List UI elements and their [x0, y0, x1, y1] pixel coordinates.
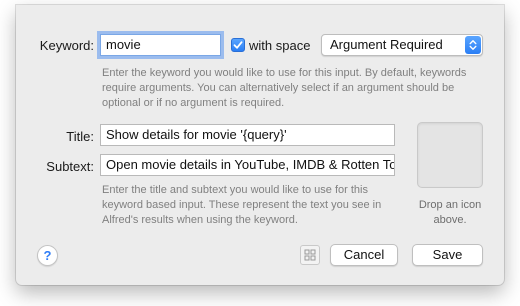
help-button[interactable]: ? — [37, 245, 58, 266]
argument-select[interactable]: Argument Required — [321, 34, 483, 56]
cancel-button[interactable]: Cancel — [330, 244, 398, 266]
popup-arrows-icon — [465, 36, 481, 54]
icon-drop-well[interactable] — [417, 122, 483, 188]
title-input[interactable]: Show details for movie '{query}' — [100, 124, 395, 146]
input-config-sheet: Keyword: movie with space Argument Requi… — [16, 5, 504, 285]
keyword-label: Keyword: — [39, 38, 94, 53]
keyword-input[interactable]: movie — [100, 34, 221, 56]
keyword-hint: Enter the keyword you would like to use … — [102, 67, 467, 109]
subtext-input[interactable]: Open movie details in YouTube, IMDB & Ro… — [100, 154, 395, 176]
with-space-checkbox[interactable] — [231, 38, 245, 52]
help-icon: ? — [43, 248, 52, 263]
title-label: Title: — [66, 129, 94, 144]
grid-button[interactable] — [300, 245, 320, 265]
argument-select-value: Argument Required — [330, 37, 443, 52]
icon-drop-caption: Drop an icon above. — [418, 199, 482, 226]
subtext-hint: Enter the title and subtext you would li… — [102, 184, 382, 226]
with-space-label: with space — [249, 38, 311, 53]
save-button[interactable]: Save — [412, 244, 483, 266]
checkmark-icon — [233, 41, 243, 49]
grid-icon — [304, 249, 316, 261]
subtext-label: Subtext: — [46, 159, 94, 174]
